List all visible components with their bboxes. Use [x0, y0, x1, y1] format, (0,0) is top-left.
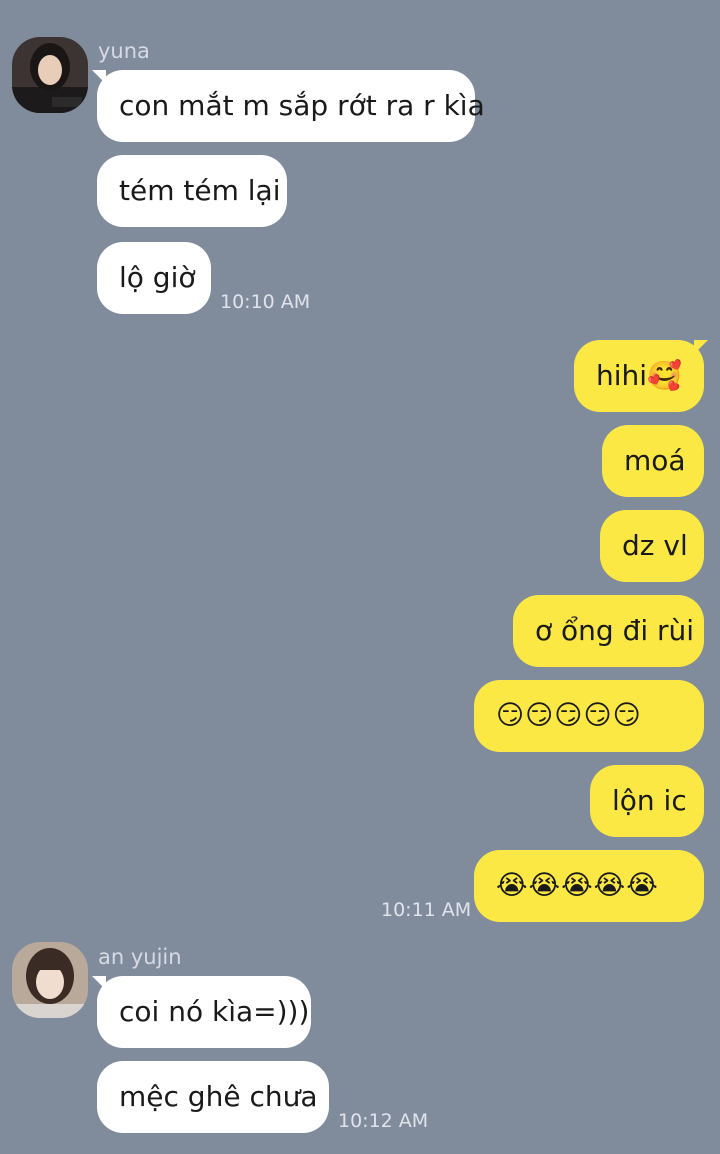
message-bubble[interactable]: coi nó kìa=))) [97, 976, 311, 1048]
message-bubble[interactable]: con mắt m sắp rớt ra r kìa [97, 70, 485, 142]
message-bubble[interactable]: hihi🥰 [574, 340, 704, 412]
timestamp: 10:11 AM [381, 899, 472, 921]
message-bubble[interactable]: 😏😏😏😏😏 [474, 680, 704, 752]
message-bubble[interactable]: ơ ổng đi rùi [513, 595, 704, 667]
message-bubble[interactable]: lộn ic [590, 765, 704, 837]
timestamp: 10:10 AM [220, 291, 311, 313]
sender-name: yuna [98, 39, 150, 63]
message-bubble[interactable]: 😭😭😭😭😭 [474, 850, 704, 922]
timestamp: 10:12 AM [338, 1110, 429, 1132]
message-bubble[interactable]: lộ giờ [97, 242, 211, 314]
message-bubble[interactable]: dz vl [600, 510, 704, 582]
message-bubble[interactable]: mệc ghê chưa [97, 1061, 329, 1133]
avatar[interactable] [12, 942, 88, 1018]
message-bubble[interactable]: tém tém lại [97, 155, 287, 227]
message-bubble[interactable]: moá [602, 425, 704, 497]
avatar[interactable] [12, 37, 88, 113]
sender-name: an yujin [98, 945, 182, 969]
